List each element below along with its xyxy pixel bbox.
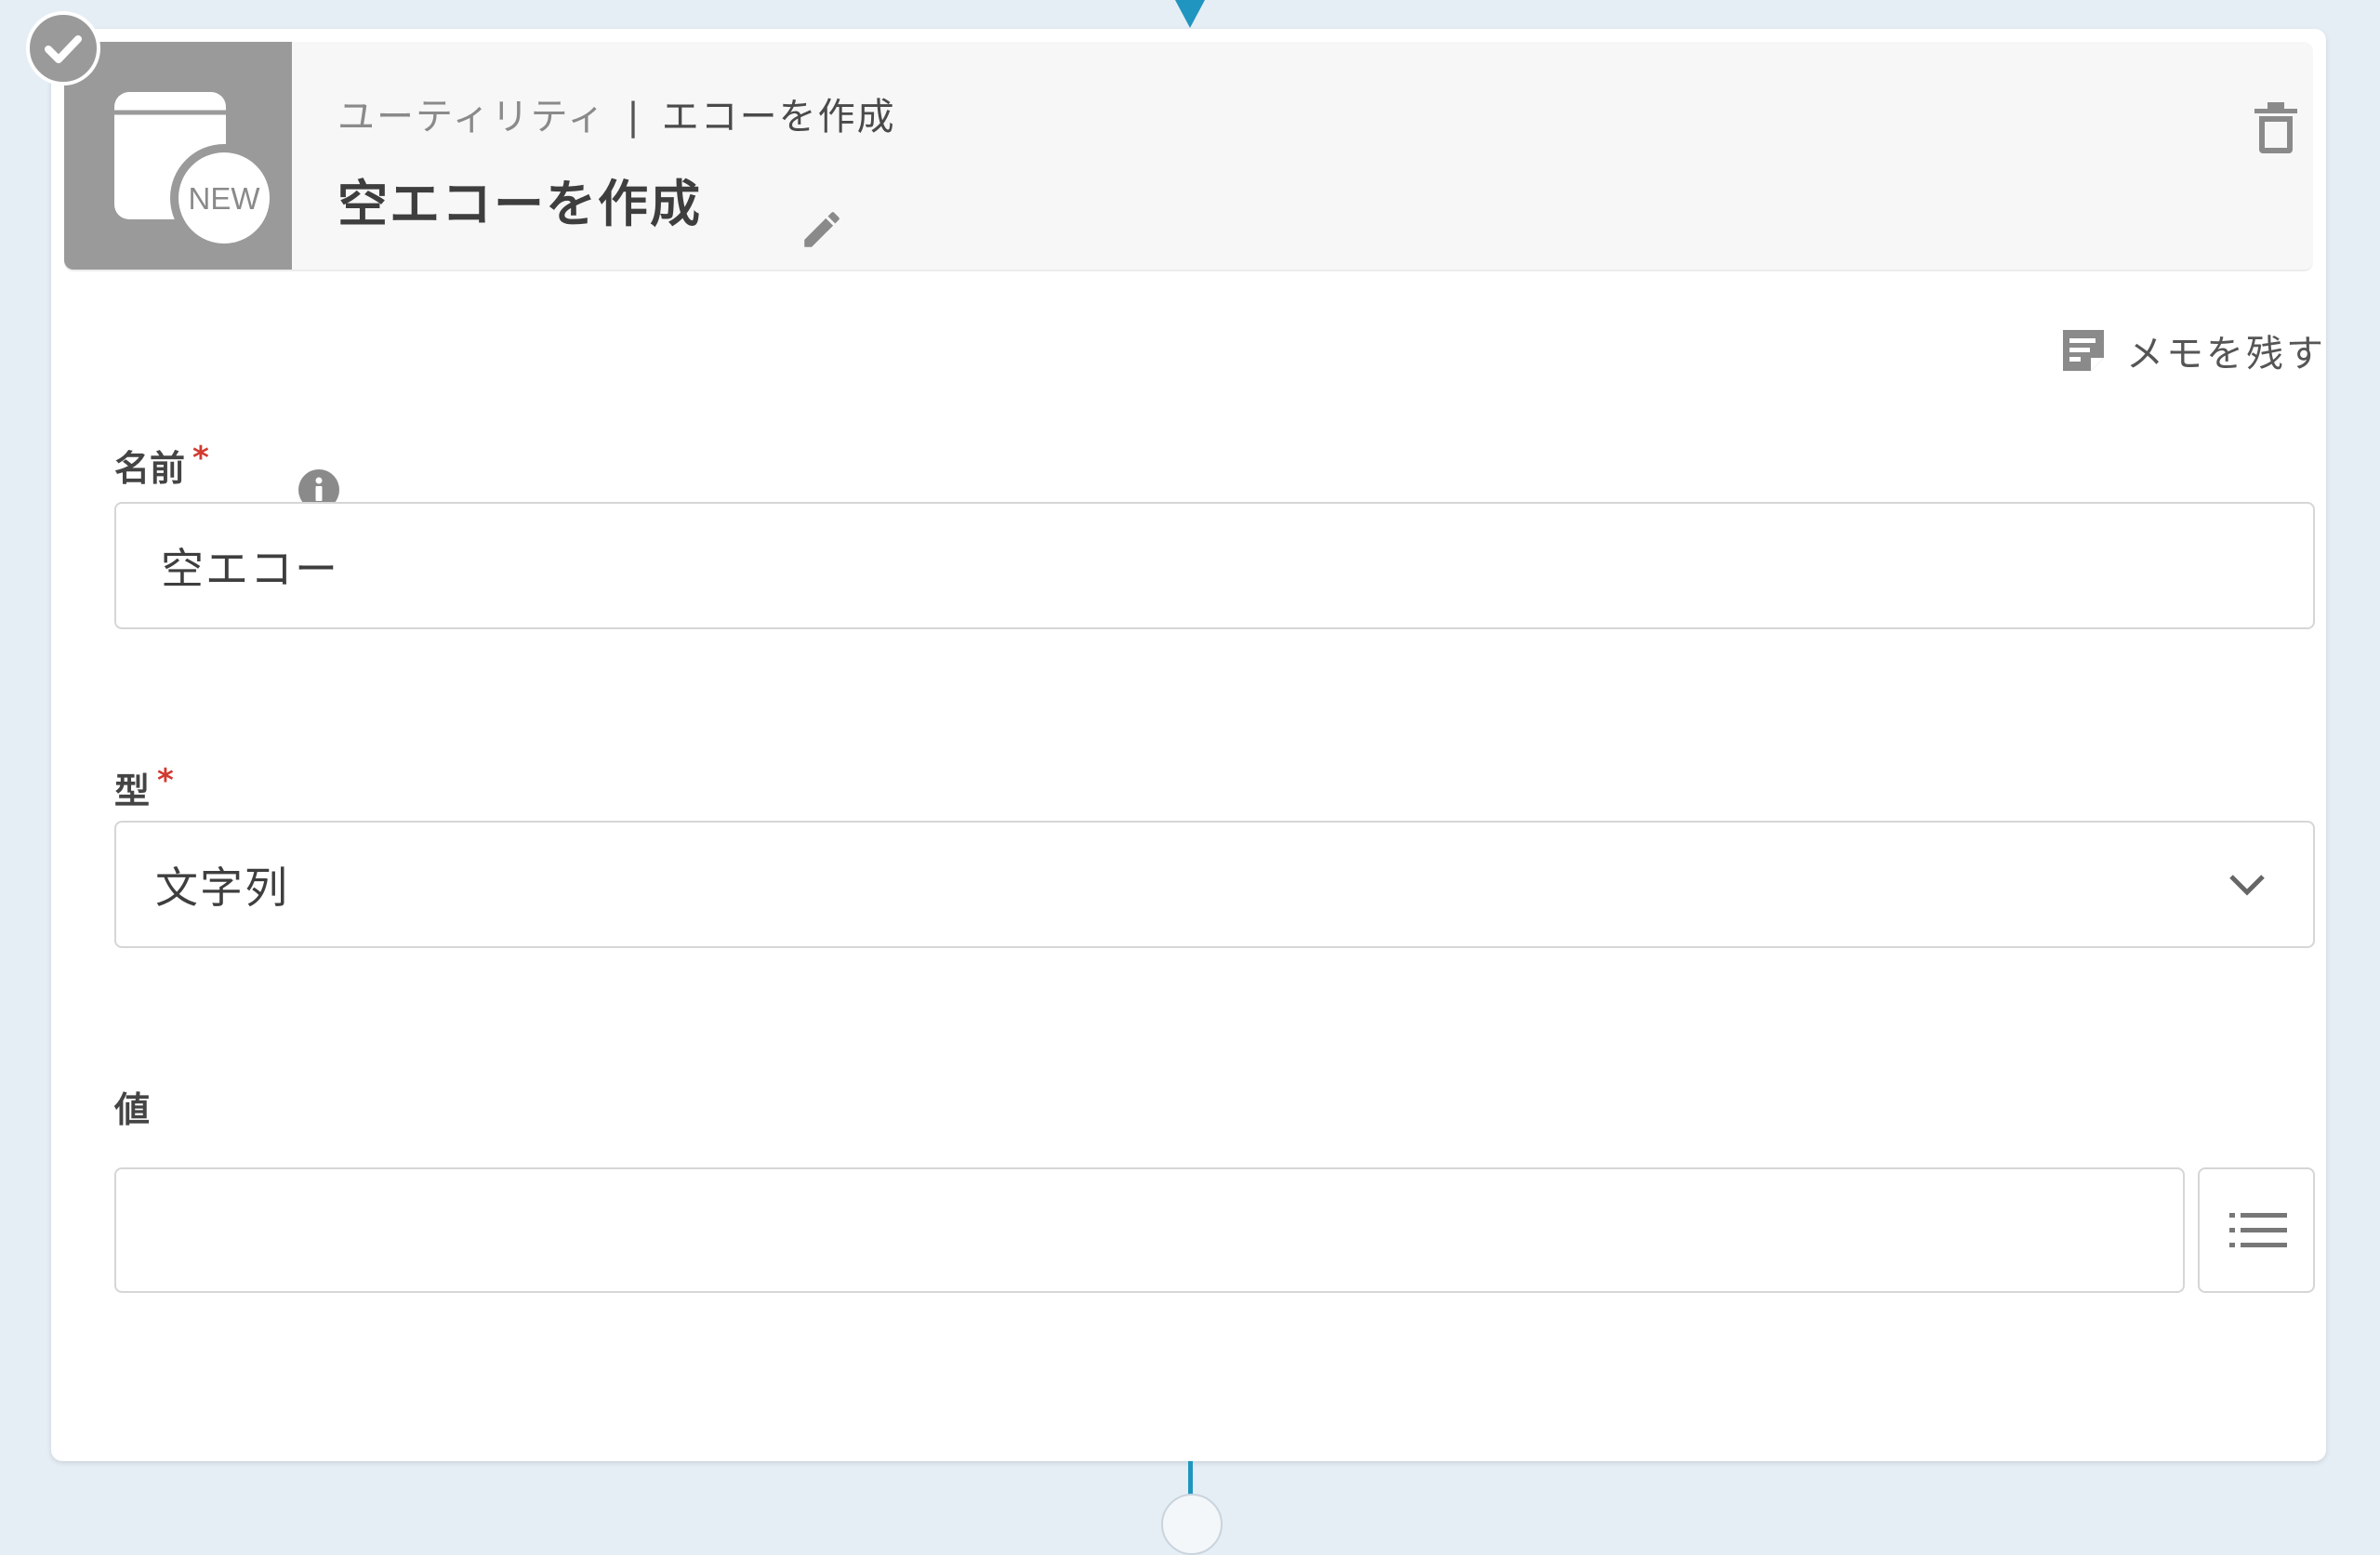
pencil-icon[interactable]: [799, 206, 845, 253]
name-input-value: 空エコー: [161, 543, 339, 594]
type-label: 型 *: [114, 762, 174, 811]
breadcrumb-category: ユーティリティ: [337, 96, 607, 138]
variable-list-button[interactable]: [2198, 1167, 2315, 1293]
memo-label: メモを残す: [2126, 333, 2326, 376]
page-title: 空エコーを作成: [337, 175, 702, 233]
svg-text:NEW: NEW: [189, 181, 261, 216]
name-input[interactable]: 空エコー: [114, 502, 2315, 629]
new-window-icon: NEW: [64, 42, 292, 270]
breadcrumb: ユーティリティ | エコーを作成: [337, 86, 896, 140]
chevron-down-icon: [2229, 874, 2265, 896]
step-card: NEW ユーティリティ | エコーを作成 空エコーを作成 メモを残す 名前 * …: [51, 29, 2326, 1461]
type-select[interactable]: 文字列: [114, 821, 2315, 948]
value-input[interactable]: [114, 1167, 2185, 1293]
trash-icon[interactable]: [2253, 101, 2299, 153]
value-label: 値: [114, 1089, 151, 1130]
card-header: NEW ユーティリティ | エコーを作成 空エコーを作成: [64, 42, 2313, 271]
required-mark: *: [192, 440, 209, 477]
list-icon: [2229, 1213, 2287, 1247]
breadcrumb-separator: |: [627, 96, 641, 138]
flow-connector-arrow: [1175, 0, 1205, 28]
required-mark: *: [157, 762, 174, 799]
add-step-button[interactable]: [1161, 1494, 1223, 1555]
name-label: 名前 *: [114, 440, 209, 489]
memo-button[interactable]: メモを残す: [2059, 324, 2326, 376]
completed-check-icon: [26, 11, 100, 86]
memo-icon: [2063, 330, 2104, 371]
type-select-value: 文字列: [155, 862, 289, 913]
breadcrumb-action: エコーを作成: [661, 96, 896, 138]
